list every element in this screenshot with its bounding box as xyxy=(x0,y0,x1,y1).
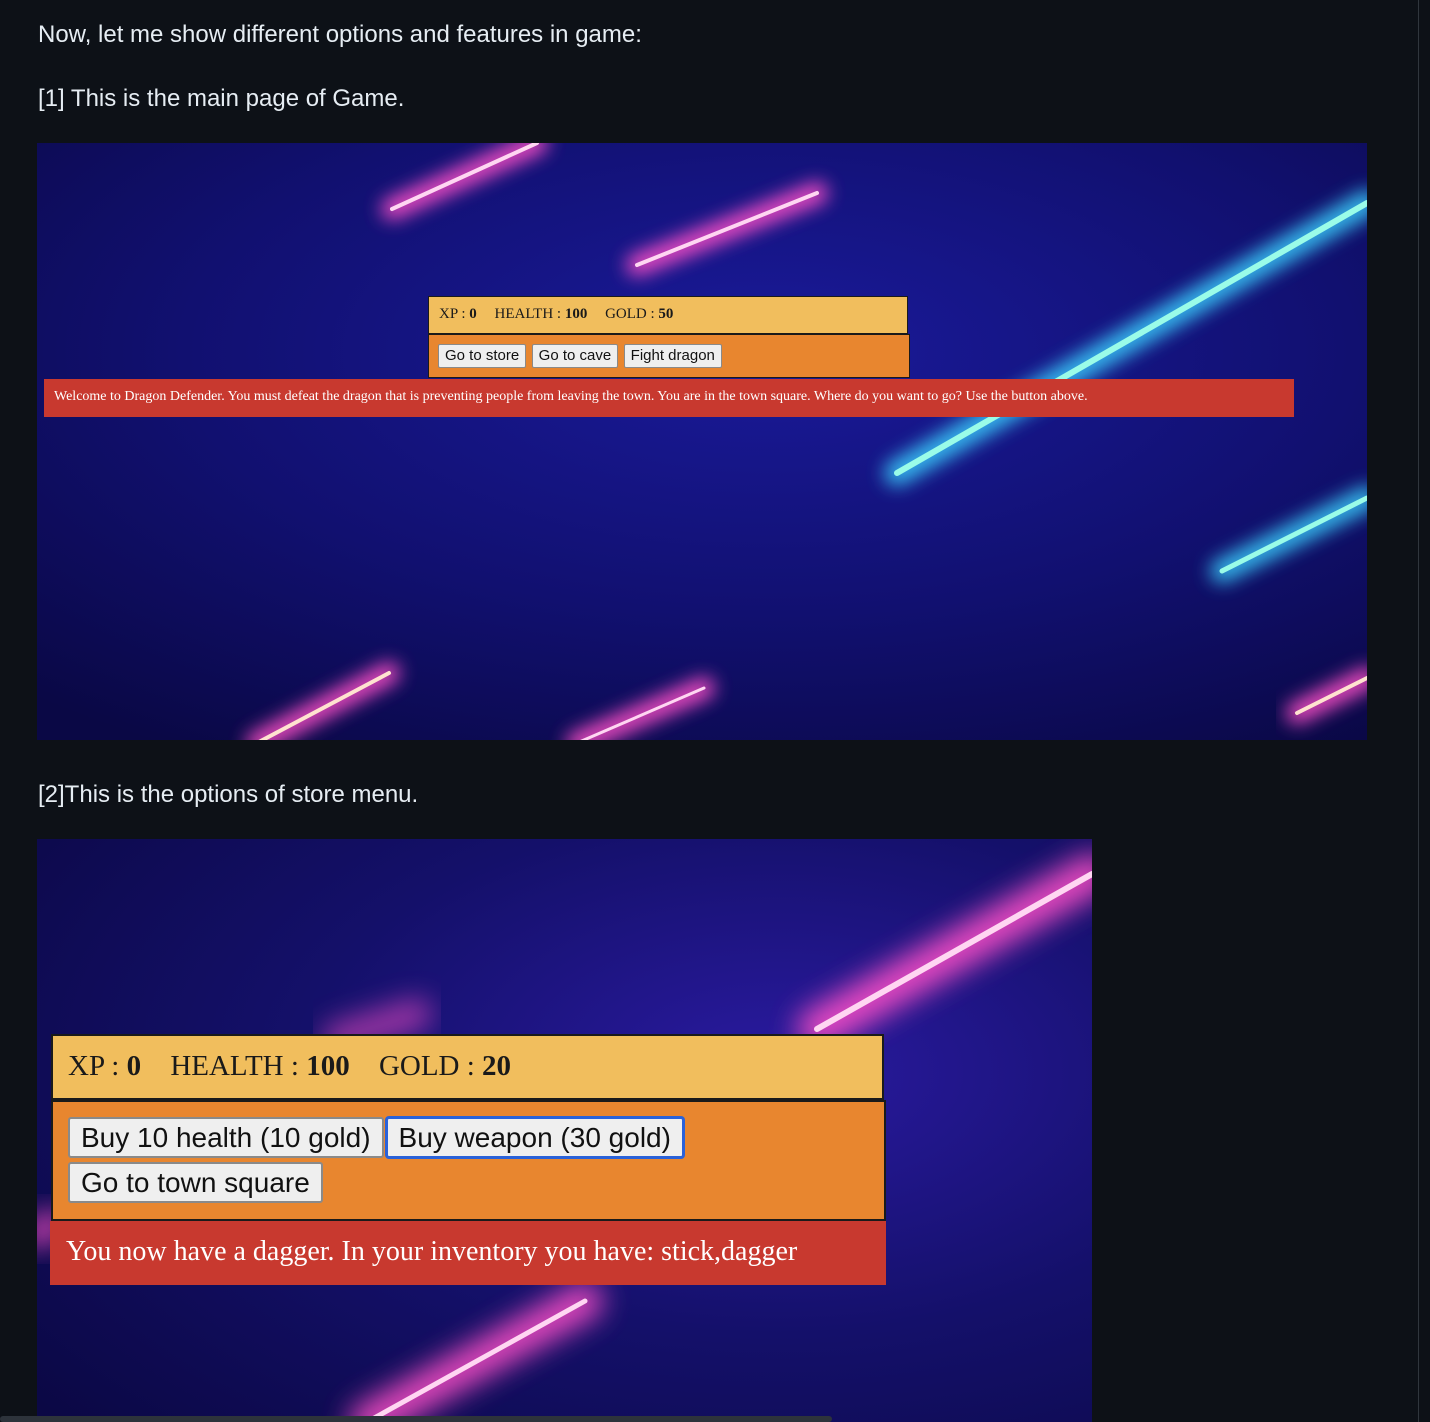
game-message: Welcome to Dragon Defender. You must def… xyxy=(44,379,1294,417)
xp-value: 0 xyxy=(126,1050,142,1082)
health-label: HEALTH : xyxy=(170,1050,299,1082)
neon-background xyxy=(37,143,1367,740)
health-value: 100 xyxy=(306,1050,350,1082)
store-menu-screenshot: XP : 0 HEALTH : 100 GOLD : 20 Buy 10 hea… xyxy=(37,839,1092,1422)
go-to-town-square-button[interactable]: Go to town square xyxy=(68,1162,323,1203)
xp-value: 0 xyxy=(469,306,477,322)
health-value: 100 xyxy=(564,306,588,322)
caption-store-menu: [2]This is the options of store menu. xyxy=(38,781,419,808)
health-label: HEALTH : xyxy=(494,306,562,322)
gold-value: 50 xyxy=(658,306,674,322)
go-to-store-button[interactable]: Go to store xyxy=(438,344,527,368)
markdown-page: Now, let me show different options and f… xyxy=(0,0,1430,1422)
horizontal-scrollbar[interactable] xyxy=(0,1416,832,1422)
intro-paragraph: Now, let me show different options and f… xyxy=(38,21,642,48)
main-page-screenshot: XP : 0 HEALTH : 100 GOLD : 50 Go to stor… xyxy=(37,143,1367,740)
stats-bar: XP : 0 HEALTH : 100 GOLD : 20 xyxy=(51,1034,884,1100)
game-message: You now have a dagger. In your inventory… xyxy=(50,1221,886,1285)
gold-label: GOLD : xyxy=(605,306,655,322)
xp-label: XP : xyxy=(68,1050,120,1082)
buy-weapon-button[interactable]: Buy weapon (30 gold) xyxy=(385,1117,684,1158)
xp-label: XP : xyxy=(439,306,466,322)
gold-value: 20 xyxy=(482,1050,512,1082)
caption-main-page: [1] This is the main page of Game. xyxy=(38,85,405,112)
stats-bar: XP : 0 HEALTH : 100 GOLD : 50 xyxy=(428,296,908,334)
go-to-cave-button[interactable]: Go to cave xyxy=(531,344,619,368)
controls-bar: Go to store Go to cave Fight dragon xyxy=(428,334,910,378)
buy-health-button[interactable]: Buy 10 health (10 gold) xyxy=(68,1117,384,1158)
gold-label: GOLD : xyxy=(378,1050,475,1082)
fight-dragon-button[interactable]: Fight dragon xyxy=(623,344,722,368)
content-border xyxy=(1418,0,1419,1422)
controls-bar: Buy 10 health (10 gold) Buy weapon (30 go… xyxy=(51,1100,886,1221)
